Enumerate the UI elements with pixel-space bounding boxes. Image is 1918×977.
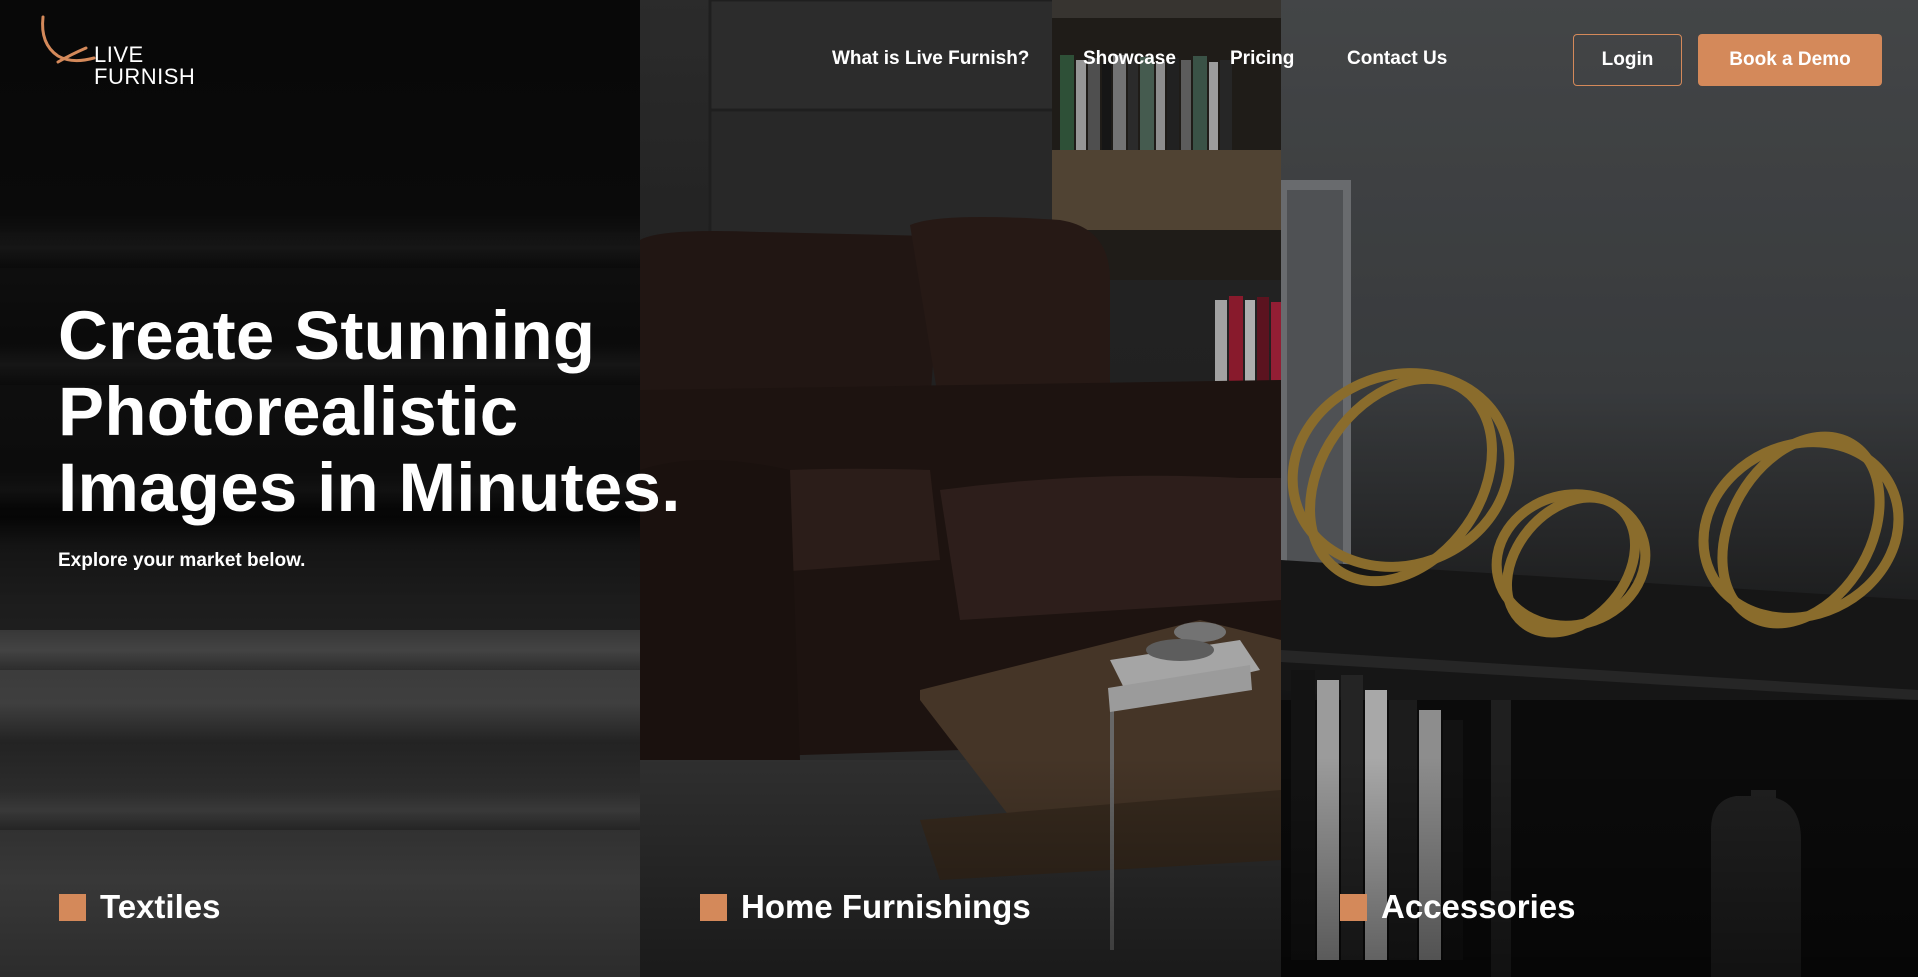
- nav-pricing[interactable]: Pricing: [1230, 48, 1294, 70]
- category-accessories[interactable]: Accessories: [1340, 888, 1575, 926]
- hero-title: Create Stunning Photorealistic Images in…: [58, 297, 681, 526]
- category-textiles[interactable]: Textiles: [59, 888, 220, 926]
- category-label: Accessories: [1381, 888, 1576, 925]
- decor-sculpture-image: [1281, 180, 1918, 977]
- logo-text: LIVE FURNISH: [94, 42, 196, 89]
- category-marker-icon: [59, 893, 86, 921]
- category-marker-icon: [1340, 893, 1367, 921]
- accessories-panel[interactable]: [1281, 0, 1918, 977]
- live-furnish-logo[interactable]: LIVE FURNISH: [38, 14, 238, 88]
- category-marker-icon: [700, 893, 727, 921]
- hero-subtitle: Explore your market below.: [58, 550, 306, 571]
- nav-what-is-live-furnish[interactable]: What is Live Furnish?: [832, 48, 1029, 70]
- login-button[interactable]: Login: [1573, 34, 1682, 86]
- category-label: Home Furnishings: [741, 888, 1031, 925]
- category-label: Textiles: [100, 888, 221, 925]
- nav-showcase[interactable]: Showcase: [1083, 48, 1176, 70]
- book-demo-button[interactable]: Book a Demo: [1698, 34, 1882, 86]
- category-home-furnishings[interactable]: Home Furnishings: [700, 888, 1031, 926]
- logo-swoosh-icon: [41, 15, 96, 64]
- fabric-fold: [0, 630, 640, 670]
- nav-contact-us[interactable]: Contact Us: [1347, 48, 1447, 70]
- fabric-fold: [0, 790, 640, 830]
